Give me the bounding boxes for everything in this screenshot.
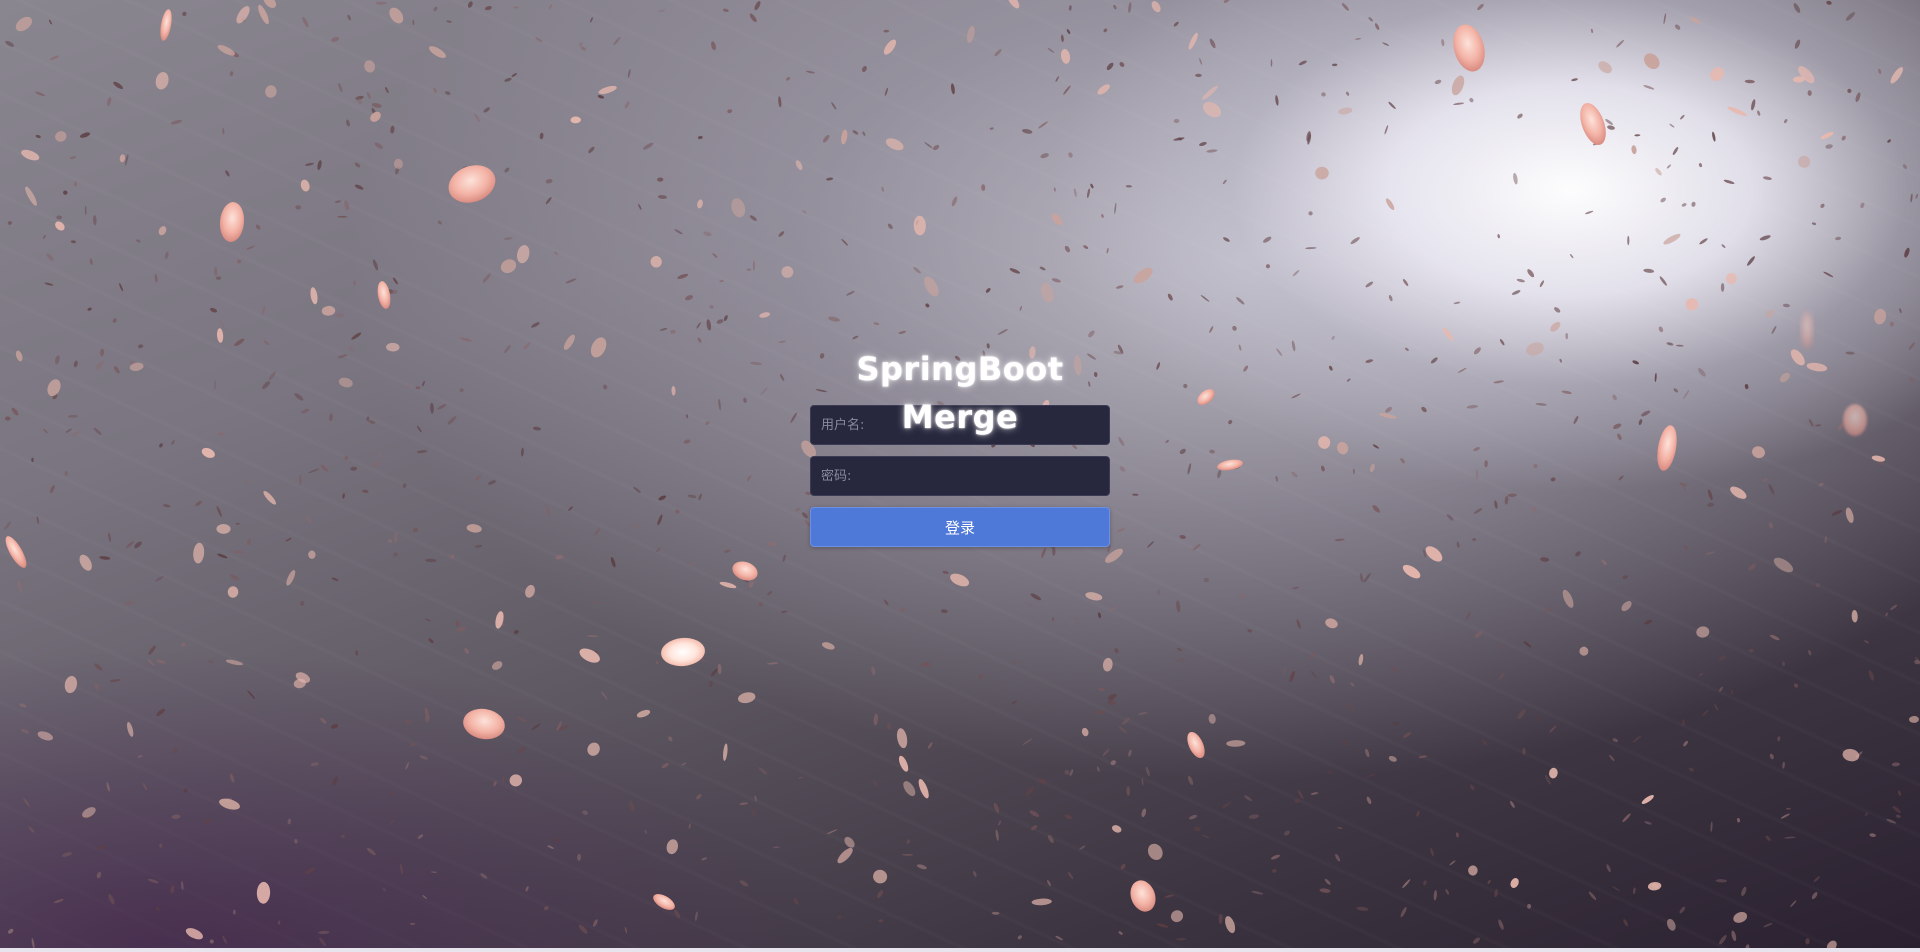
password-input[interactable] — [810, 456, 1110, 496]
login-form: SpringBoot Merge 登录 — [810, 345, 1110, 547]
page-title: SpringBoot Merge — [856, 350, 1064, 436]
login-button[interactable]: 登录 — [810, 507, 1110, 547]
bottom-border — [0, 948, 1920, 952]
